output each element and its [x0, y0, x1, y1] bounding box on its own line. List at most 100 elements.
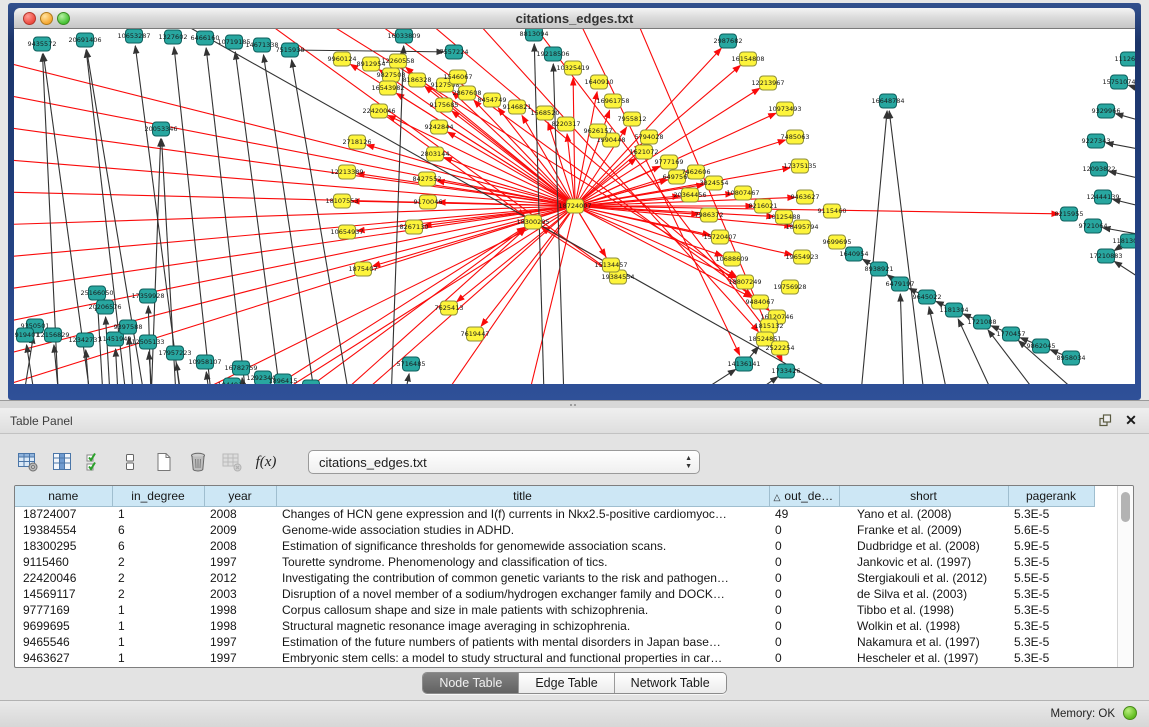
network-node[interactable]: 16033809: [387, 29, 420, 43]
column-header-in_degree[interactable]: in_degree: [112, 486, 204, 506]
table-row[interactable]: 1938455462009Genome-wide association stu…: [15, 522, 1094, 538]
network-node[interactable]: 11813049: [1112, 234, 1135, 248]
network-node[interactable]: 16154808: [731, 52, 764, 66]
network-svg[interactable]: 1872400799601248912954122605589827508165…: [14, 29, 1135, 384]
table-row[interactable]: 946362711997Embryonic stem cells: a mode…: [15, 650, 1094, 666]
network-edge[interactable]: [620, 29, 782, 362]
network-edge[interactable]: [379, 70, 575, 206]
network-node[interactable]: 6466160: [191, 31, 220, 45]
network-edge[interactable]: [929, 307, 955, 384]
network-node[interactable]: 14136141: [727, 357, 760, 371]
network-node[interactable]: 19654923: [785, 250, 818, 264]
network-edge[interactable]: [176, 363, 186, 384]
column-header-short[interactable]: short: [839, 486, 1008, 506]
network-node[interactable]: 8267130: [400, 220, 429, 234]
network-node[interactable]: 1733426: [772, 364, 801, 378]
tab-network-table[interactable]: Network Table: [614, 673, 726, 693]
network-node[interactable]: 12213389: [330, 165, 363, 179]
network-node[interactable]: 12213967: [751, 76, 784, 90]
network-edge[interactable]: [988, 330, 1065, 384]
network-node[interactable]: 9960124: [328, 52, 357, 66]
network-node[interactable]: 22420046: [362, 104, 395, 118]
network-node[interactable]: 7619447: [461, 327, 490, 341]
network-edge[interactable]: [1113, 199, 1135, 211]
network-node[interactable]: 8958034: [1057, 351, 1086, 365]
network-canvas[interactable]: 1872400799601248912954122605589827508165…: [14, 29, 1135, 384]
network-node[interactable]: 12444139: [1086, 190, 1119, 204]
network-node[interactable]: 1896415: [269, 374, 298, 384]
column-header-pagerank[interactable]: pagerank: [1008, 486, 1094, 506]
row-height-button[interactable]: [116, 448, 144, 476]
network-edge[interactable]: [235, 52, 285, 384]
network-node[interactable]: 5536908: [297, 380, 326, 384]
network-edge[interactable]: [86, 350, 92, 384]
network-node[interactable]: 1327602: [159, 30, 188, 44]
network-edge[interactable]: [116, 349, 120, 384]
network-edge[interactable]: [292, 60, 355, 384]
network-node[interactable]: 19756928: [773, 280, 806, 294]
network-edge[interactable]: [1109, 171, 1135, 183]
network-node[interactable]: 2867608: [453, 86, 482, 100]
network-node[interactable]: 9329966: [1092, 104, 1121, 118]
table-row[interactable]: 946554611997Estimation of the future num…: [15, 634, 1094, 650]
network-node[interactable]: 10688609: [715, 252, 748, 266]
network-node[interactable]: 1770457: [997, 327, 1026, 341]
network-edge[interactable]: [125, 29, 905, 384]
network-node[interactable]: 14671338: [245, 38, 278, 52]
network-node[interactable]: 2987682: [714, 34, 743, 48]
network-edge[interactable]: [14, 206, 575, 296]
network-node[interactable]: 25166050: [80, 286, 113, 300]
panel-resize-divider[interactable]: [0, 400, 1149, 408]
network-edge[interactable]: [320, 206, 575, 384]
network-node[interactable]: 15751074: [1102, 75, 1135, 89]
network-edge[interactable]: [1128, 85, 1135, 96]
network-table-select[interactable]: citations_edges.txt ▲▼: [308, 450, 700, 474]
table-scrollbar[interactable]: [1117, 486, 1133, 667]
network-node[interactable]: 16961758: [596, 94, 629, 108]
network-edge[interactable]: [1106, 143, 1135, 153]
network-node[interactable]: 17957223: [158, 346, 191, 360]
network-node[interactable]: 9146821: [503, 100, 532, 114]
column-header-title[interactable]: title: [276, 486, 769, 506]
network-node[interactable]: 20691406: [68, 33, 101, 47]
network-node[interactable]: 2718126: [343, 135, 372, 149]
network-node[interactable]: 7955812: [618, 112, 647, 126]
table-row[interactable]: 911546021997Tourette syndrome. Phenomeno…: [15, 554, 1094, 570]
network-node[interactable]: 9115460: [818, 204, 847, 218]
network-node[interactable]: 10807467: [726, 186, 759, 200]
network-edge[interactable]: [398, 374, 409, 384]
network-node[interactable]: 19218506: [536, 47, 569, 61]
float-panel-icon[interactable]: [1097, 412, 1113, 428]
column-header-name[interactable]: name: [15, 486, 112, 506]
network-node[interactable]: 20364456: [673, 188, 706, 202]
network-node[interactable]: 17210883: [1089, 249, 1122, 263]
tab-node-table[interactable]: Node Table: [423, 673, 518, 693]
table-row[interactable]: 969969511998Structural magnetic resonanc…: [15, 618, 1094, 634]
network-edge[interactable]: [205, 227, 525, 384]
delete-table-button[interactable]: [218, 448, 246, 476]
network-edge[interactable]: [98, 303, 105, 384]
network-edge[interactable]: [858, 111, 887, 384]
network-node[interactable]: 12093822: [1082, 162, 1115, 176]
network-node[interactable]: 9827508: [377, 68, 406, 82]
table-row[interactable]: 1872400712008Changes of HCN gene express…: [15, 506, 1094, 522]
network-edge[interactable]: [640, 369, 736, 384]
column-header-year[interactable]: year: [204, 486, 276, 506]
network-node[interactable]: 12260558: [381, 54, 414, 68]
network-node[interactable]: 16648784: [871, 94, 904, 108]
close-panel-icon[interactable]: ✕: [1123, 412, 1139, 428]
column-header-out_de[interactable]: △out_de…: [769, 486, 839, 506]
network-edge[interactable]: [560, 29, 740, 355]
network-edge[interactable]: [1116, 114, 1135, 126]
table-row[interactable]: 977716911998Corpus callosum shape and si…: [15, 602, 1094, 618]
network-node[interactable]: 10958107: [188, 355, 221, 369]
show-column-button[interactable]: [48, 448, 76, 476]
network-node[interactable]: 20053346: [144, 122, 177, 136]
network-node[interactable]: 8912954: [357, 57, 386, 71]
network-edge[interactable]: [900, 294, 905, 384]
delete-button[interactable]: [184, 448, 212, 476]
network-node[interactable]: 12342737: [68, 333, 101, 347]
network-node[interactable]: 1640910: [585, 75, 614, 89]
network-node[interactable]: 10653287: [117, 29, 150, 43]
tab-edge-table[interactable]: Edge Table: [518, 673, 613, 693]
